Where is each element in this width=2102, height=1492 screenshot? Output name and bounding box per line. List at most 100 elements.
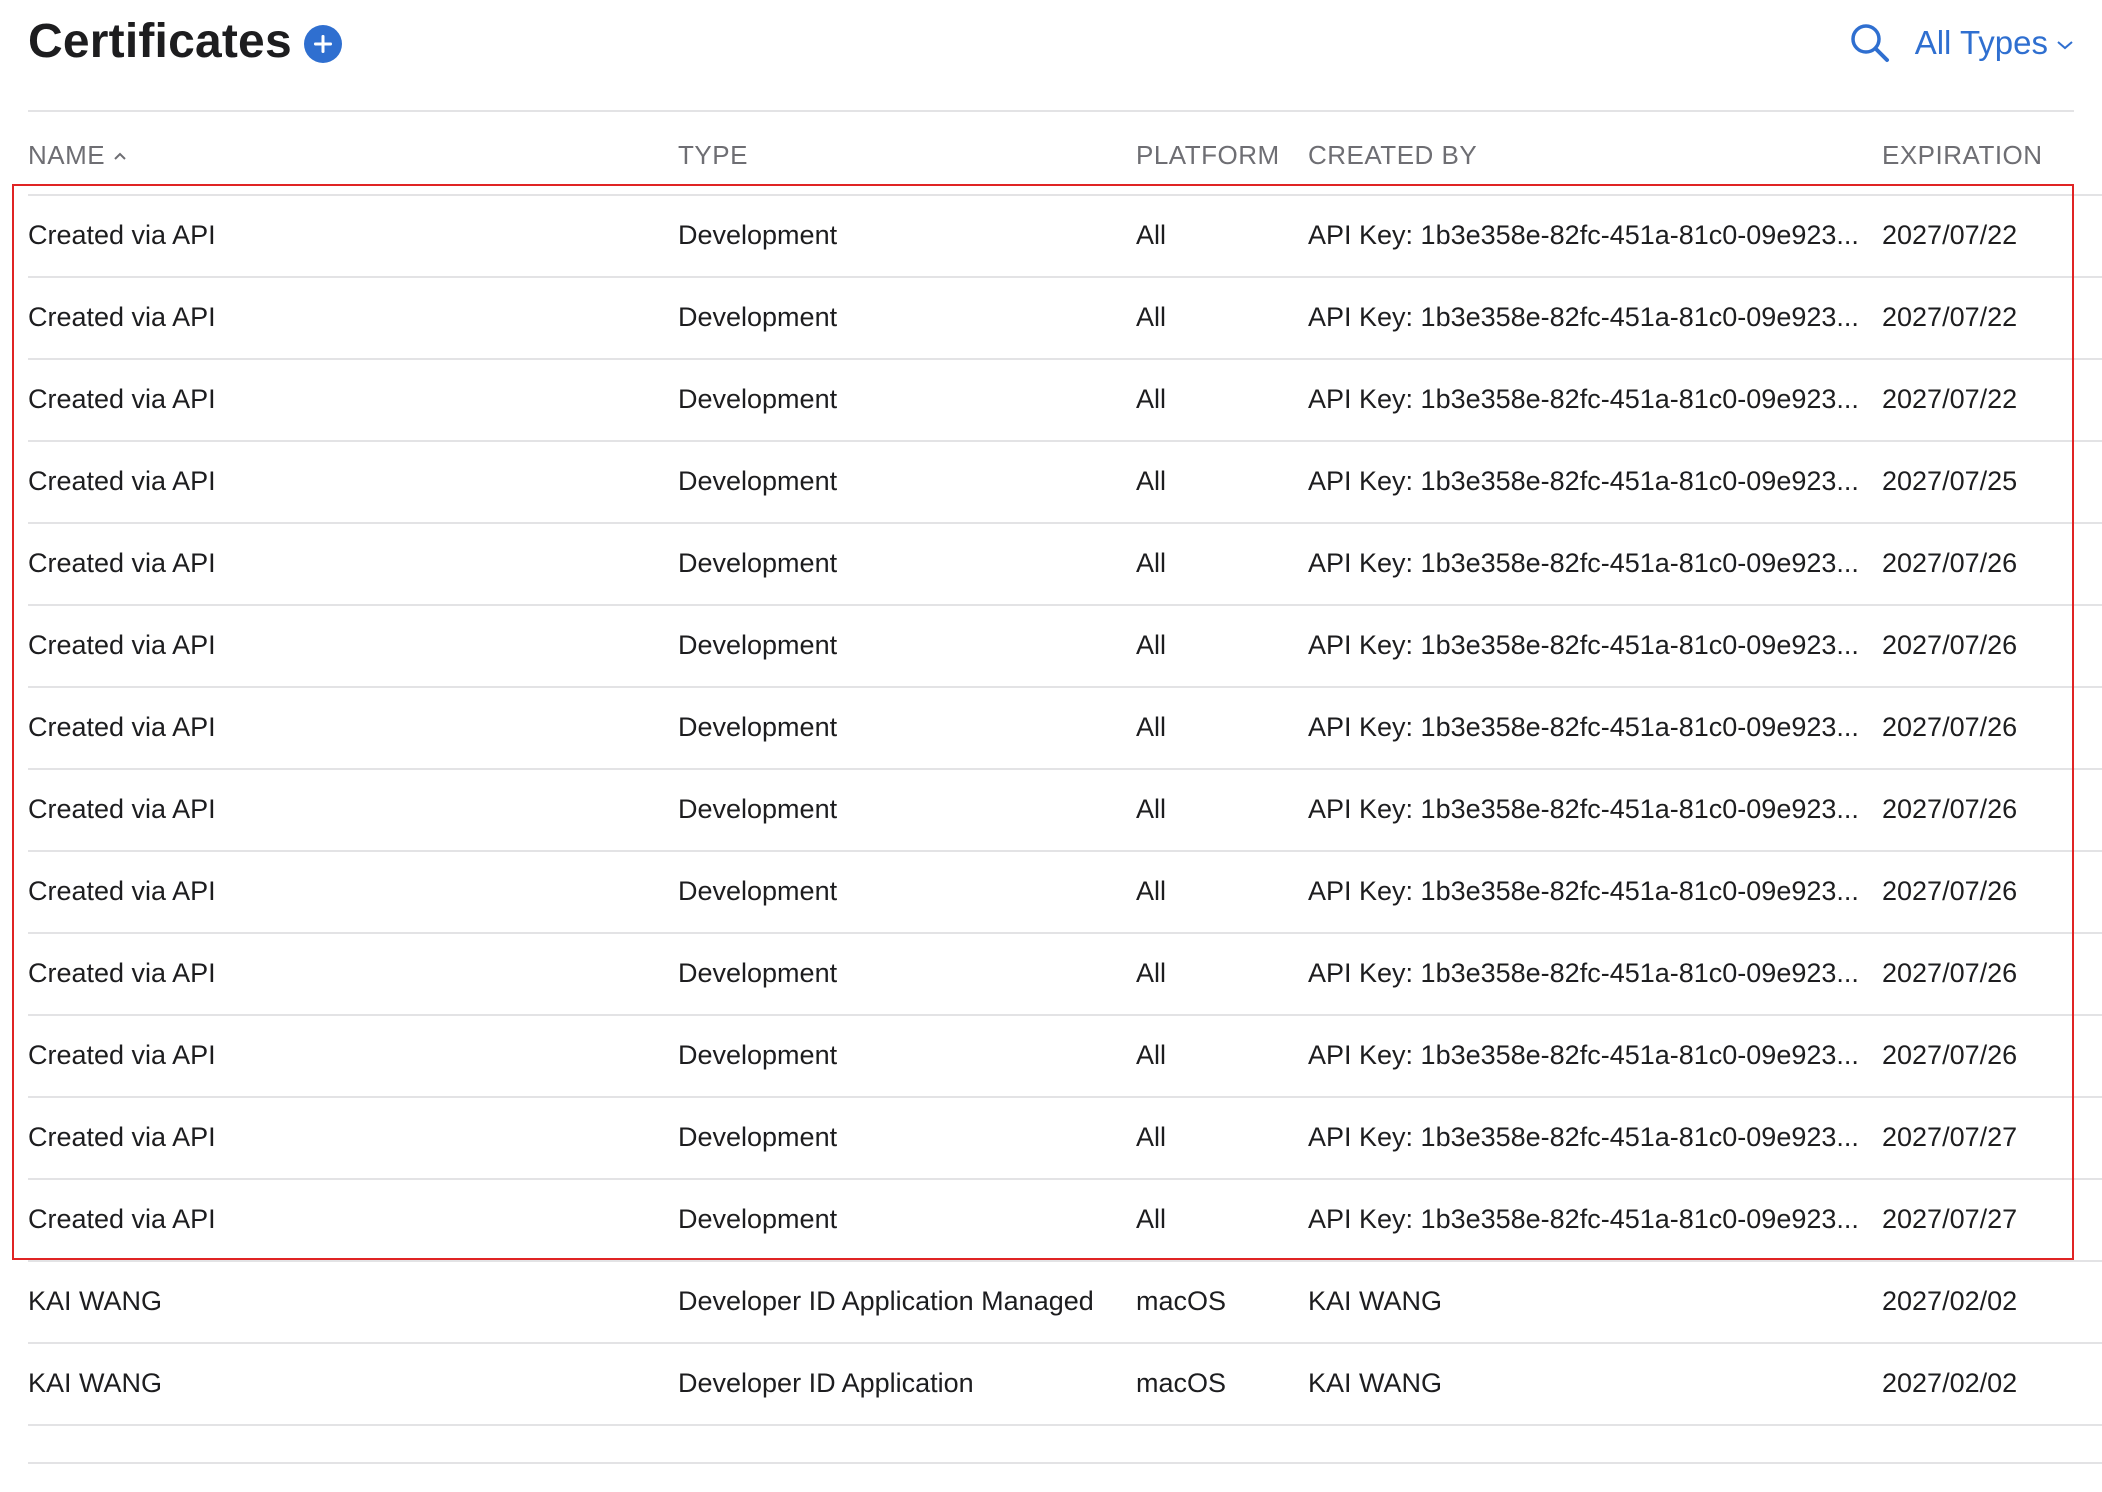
cell-expiration: 2027/07/26 xyxy=(1882,548,2018,578)
table-row[interactable]: Created via API Development All API Key:… xyxy=(28,360,2102,442)
table-row[interactable]: Created via API Development All API Key:… xyxy=(28,442,2102,524)
cell-name: Created via API xyxy=(28,958,216,988)
table-row[interactable]: Created via API Development All API Key:… xyxy=(28,770,2102,852)
cell-platform: All xyxy=(1136,302,1167,332)
column-header-expiration[interactable]: EXPIRATION xyxy=(1882,140,2043,171)
cell-created-by: KAI WANG xyxy=(1308,1368,1443,1398)
cell-expiration: 2027/07/26 xyxy=(1882,876,2018,906)
cell-type: Development xyxy=(678,958,838,988)
cell-expiration: 2027/07/26 xyxy=(1882,1040,2018,1070)
header-tools: All Types xyxy=(1847,20,2074,66)
cell-type: Development xyxy=(678,302,838,332)
cell-name: Created via API xyxy=(28,1122,216,1152)
table-row[interactable]: Created via API Development All API Key:… xyxy=(28,934,2102,1016)
cell-type: Development xyxy=(678,712,838,742)
cell-type: Development xyxy=(678,466,838,496)
cell-type: Development xyxy=(678,1040,838,1070)
cell-created-by: API Key: 1b3e358e-82fc-451a-81c0-09e923.… xyxy=(1308,630,1859,660)
cell-expiration: 2027/07/25 xyxy=(1882,466,2018,496)
cell-created-by: API Key: 1b3e358e-82fc-451a-81c0-09e923.… xyxy=(1308,466,1859,496)
type-filter-dropdown[interactable]: All Types xyxy=(1915,24,2074,62)
search-button[interactable] xyxy=(1847,20,1893,66)
cell-type: Development xyxy=(678,794,838,824)
cell-created-by: API Key: 1b3e358e-82fc-451a-81c0-09e923.… xyxy=(1308,1204,1859,1234)
cell-created-by: API Key: 1b3e358e-82fc-451a-81c0-09e923.… xyxy=(1308,1122,1859,1152)
sort-ascending-icon xyxy=(114,152,126,160)
chevron-down-icon xyxy=(2057,41,2073,50)
plus-circle-icon xyxy=(313,34,332,53)
cell-name: Created via API xyxy=(28,630,216,660)
cell-created-by: API Key: 1b3e358e-82fc-451a-81c0-09e923.… xyxy=(1308,876,1859,906)
footer-divider xyxy=(28,1462,2102,1464)
cell-expiration: 2027/07/22 xyxy=(1882,384,2018,414)
table-row[interactable]: Created via API Development All API Key:… xyxy=(28,1016,2102,1098)
cell-name: Created via API xyxy=(28,1204,216,1234)
search-icon xyxy=(1850,24,1889,62)
cell-type: Development xyxy=(678,384,838,414)
cell-name: KAI WANG xyxy=(28,1368,163,1398)
column-header-platform[interactable]: PLATFORM xyxy=(1136,140,1280,171)
cell-name: Created via API xyxy=(28,1040,216,1070)
cell-name: Created via API xyxy=(28,548,216,578)
cell-type: Development xyxy=(678,1122,838,1152)
cell-platform: All xyxy=(1136,1204,1167,1234)
cell-type: Development xyxy=(678,1204,838,1234)
cell-platform: All xyxy=(1136,1122,1167,1152)
cell-type: Development xyxy=(678,220,838,250)
table-row[interactable]: KAI WANG Developer ID Application macOS … xyxy=(28,1344,2102,1426)
cell-platform: All xyxy=(1136,548,1167,578)
cell-created-by: API Key: 1b3e358e-82fc-451a-81c0-09e923.… xyxy=(1308,794,1859,824)
page-header: Certificates All Types xyxy=(28,0,2074,112)
certificates-table: NAME TYPE PLATFORM CREATED BY EXPIRATION… xyxy=(28,112,2102,1426)
table-row[interactable]: Created via API Development All API Key:… xyxy=(28,606,2102,688)
table-row[interactable]: Created via API Development All API Key:… xyxy=(28,1180,2102,1262)
column-header-name[interactable]: NAME xyxy=(28,140,127,171)
type-filter-label: All Types xyxy=(1914,24,2048,61)
cell-created-by: API Key: 1b3e358e-82fc-451a-81c0-09e923.… xyxy=(1308,712,1859,742)
cell-name: Created via API xyxy=(28,302,216,332)
cell-expiration: 2027/07/27 xyxy=(1882,1204,2018,1234)
cell-name: Created via API xyxy=(28,384,216,414)
cell-expiration: 2027/07/22 xyxy=(1882,302,2018,332)
table-row[interactable]: KAI WANG Developer ID Application Manage… xyxy=(28,1262,2102,1344)
cell-expiration: 2027/02/02 xyxy=(1882,1286,2018,1316)
cell-platform: All xyxy=(1136,1040,1167,1070)
cell-created-by: API Key: 1b3e358e-82fc-451a-81c0-09e923.… xyxy=(1308,1040,1859,1070)
cell-expiration: 2027/07/27 xyxy=(1882,1122,2018,1152)
table-row[interactable]: Created via API Development All API Key:… xyxy=(28,852,2102,934)
table-row[interactable]: Created via API Development All API Key:… xyxy=(28,688,2102,770)
cell-platform: All xyxy=(1136,958,1167,988)
cell-platform: All xyxy=(1136,712,1167,742)
table-header: NAME TYPE PLATFORM CREATED BY EXPIRATION xyxy=(28,112,2102,196)
cell-created-by: API Key: 1b3e358e-82fc-451a-81c0-09e923.… xyxy=(1308,384,1859,414)
column-header-type[interactable]: TYPE xyxy=(678,140,748,171)
cell-type: Development xyxy=(678,630,838,660)
cell-name: Created via API xyxy=(28,794,216,824)
cell-platform: All xyxy=(1136,876,1167,906)
table-row[interactable]: Created via API Development All API Key:… xyxy=(28,196,2102,278)
table-row[interactable]: Created via API Development All API Key:… xyxy=(28,1098,2102,1180)
cell-platform: All xyxy=(1136,384,1167,414)
table-row[interactable]: Created via API Development All API Key:… xyxy=(28,524,2102,606)
title-group: Certificates xyxy=(28,14,342,69)
cell-name: Created via API xyxy=(28,712,216,742)
column-header-created-by[interactable]: CREATED BY xyxy=(1308,140,1868,171)
cell-type: Development xyxy=(678,548,838,578)
cell-created-by: API Key: 1b3e358e-82fc-451a-81c0-09e923.… xyxy=(1308,548,1859,578)
cell-created-by: API Key: 1b3e358e-82fc-451a-81c0-09e923.… xyxy=(1308,302,1859,332)
cell-expiration: 2027/07/26 xyxy=(1882,794,2018,824)
cell-platform: All xyxy=(1136,794,1167,824)
cell-name: Created via API xyxy=(28,876,216,906)
page-title: Certificates xyxy=(28,15,292,68)
add-certificate-button[interactable] xyxy=(303,24,342,63)
cell-expiration: 2027/07/22 xyxy=(1882,220,2018,250)
column-header-label: NAME xyxy=(28,140,106,170)
cell-platform: macOS xyxy=(1136,1368,1227,1398)
cell-platform: All xyxy=(1136,630,1167,660)
cell-expiration: 2027/07/26 xyxy=(1882,958,2018,988)
cell-expiration: 2027/07/26 xyxy=(1882,630,2018,660)
cell-created-by: KAI WANG xyxy=(1308,1286,1443,1316)
table-row[interactable]: Created via API Development All API Key:… xyxy=(28,278,2102,360)
cell-platform: macOS xyxy=(1136,1286,1227,1316)
cell-expiration: 2027/07/26 xyxy=(1882,712,2018,742)
